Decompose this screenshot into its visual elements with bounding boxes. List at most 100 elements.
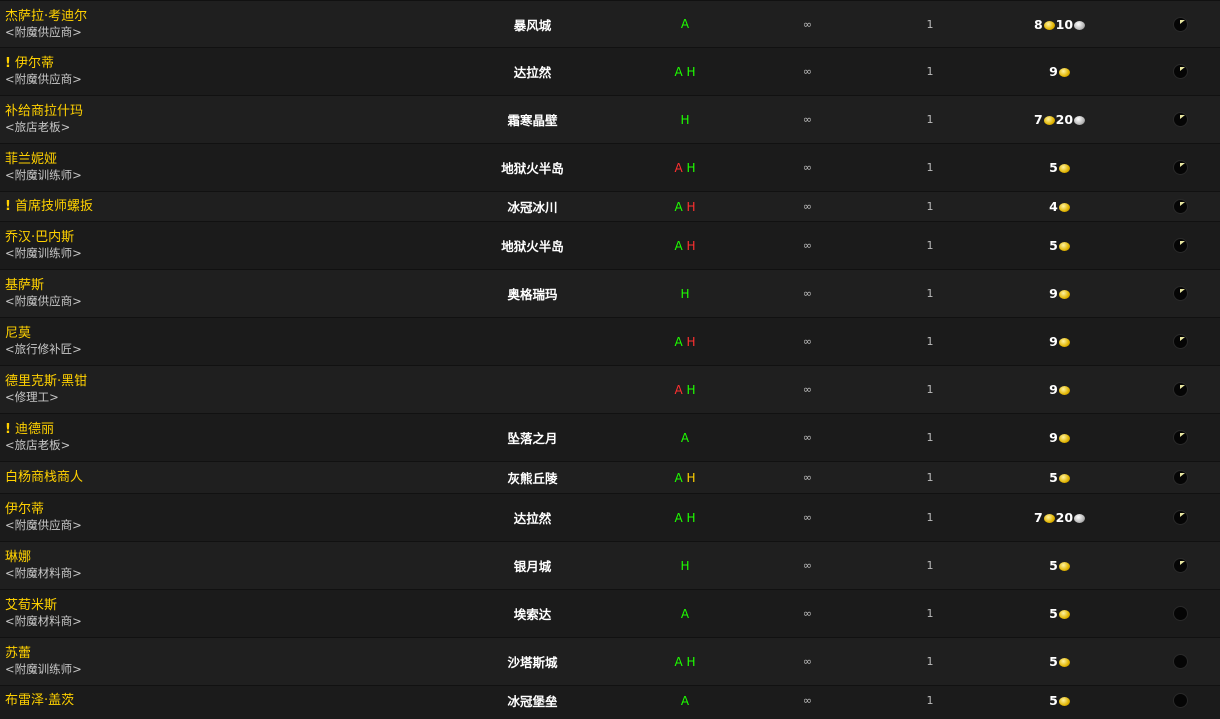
zone-link[interactable]: 地狱火半岛 bbox=[501, 161, 564, 176]
npc-name[interactable]: 白杨商栈商人 bbox=[5, 470, 83, 485]
map-flag-icon[interactable] bbox=[1172, 558, 1188, 573]
map-cell[interactable] bbox=[1140, 0, 1220, 48]
npc-name-link[interactable]: 琳娜 bbox=[5, 550, 430, 566]
npc-name[interactable]: 琳娜 bbox=[5, 550, 31, 565]
map-dot-icon[interactable] bbox=[1172, 606, 1188, 621]
zone-cell[interactable]: 地狱火半岛 bbox=[430, 221, 635, 270]
zone-link[interactable]: 坠落之月 bbox=[507, 431, 557, 446]
npc-name[interactable]: 补给商拉什玛 bbox=[5, 104, 83, 119]
npc-name[interactable]: 德里克斯·黑钳 bbox=[5, 374, 87, 389]
zone-link[interactable]: 灰熊丘陵 bbox=[507, 471, 557, 486]
table-row[interactable]: 基萨斯 <附魔供应商> 奥格瑞玛 H ∞ 1 9 bbox=[0, 269, 1220, 318]
map-flag-icon[interactable] bbox=[1172, 238, 1188, 253]
npc-name-link[interactable]: 白杨商栈商人 bbox=[5, 470, 430, 486]
map-cell[interactable] bbox=[1140, 541, 1220, 590]
npc-name[interactable]: 苏蕾 bbox=[5, 646, 31, 661]
zone-cell[interactable]: 银月城 bbox=[430, 541, 635, 590]
zone-cell[interactable]: 达拉然 bbox=[430, 47, 635, 96]
zone-link[interactable]: 冰冠堡垒 bbox=[507, 694, 557, 709]
map-flag-icon[interactable] bbox=[1172, 430, 1188, 445]
map-flag-icon[interactable] bbox=[1172, 160, 1188, 175]
map-flag-icon[interactable] bbox=[1172, 199, 1188, 214]
map-cell[interactable] bbox=[1140, 143, 1220, 192]
npc-name-link[interactable]: 尼莫 bbox=[5, 326, 430, 342]
zone-cell[interactable]: 坠落之月 bbox=[430, 413, 635, 462]
zone-cell[interactable]: 埃索达 bbox=[430, 589, 635, 638]
npc-name-link[interactable]: 菲兰妮娅 bbox=[5, 152, 430, 168]
map-dot-icon[interactable] bbox=[1172, 693, 1188, 709]
table-row[interactable]: 艾荀米斯 <附魔材料商> 埃索达 A ∞ 1 5 bbox=[0, 589, 1220, 638]
npc-name[interactable]: 布雷泽·盖茨 bbox=[5, 693, 74, 708]
table-row[interactable]: 伊尔蒂 <附魔供应商> 达拉然 A H ∞ 1 7 20 bbox=[0, 493, 1220, 542]
table-row[interactable]: 尼莫 <旅行修补匠> A H ∞ 1 9 bbox=[0, 317, 1220, 366]
npc-name[interactable]: 首席技师螺扳 bbox=[15, 199, 93, 214]
map-cell[interactable] bbox=[1140, 269, 1220, 318]
zone-cell[interactable]: 灰熊丘陵 bbox=[430, 461, 635, 494]
npc-name-link[interactable]: 德里克斯·黑钳 bbox=[5, 374, 430, 390]
npc-name-link[interactable]: ! 伊尔蒂 bbox=[5, 56, 430, 72]
zone-link[interactable]: 沙塔斯城 bbox=[507, 655, 557, 670]
table-row[interactable]: 杰萨拉·考迪尔 <附魔供应商> 暴风城 A ∞ 1 8 10 bbox=[0, 0, 1220, 48]
npc-name[interactable]: 菲兰妮娅 bbox=[5, 152, 57, 167]
map-cell[interactable] bbox=[1140, 493, 1220, 542]
zone-cell[interactable] bbox=[430, 365, 635, 414]
npc-name-link[interactable]: ! 迪德丽 bbox=[5, 422, 430, 438]
npc-name-link[interactable]: 基萨斯 bbox=[5, 278, 430, 294]
npc-name[interactable]: 艾荀米斯 bbox=[5, 598, 57, 613]
table-row[interactable]: ! 迪德丽 <旅店老板> 坠落之月 A ∞ 1 9 bbox=[0, 413, 1220, 462]
table-row[interactable]: 德里克斯·黑钳 <修理工> A H ∞ 1 9 bbox=[0, 365, 1220, 414]
npc-name[interactable]: 伊尔蒂 bbox=[5, 502, 44, 517]
npc-name[interactable]: 乔汉·巴内斯 bbox=[5, 230, 74, 245]
zone-link[interactable]: 达拉然 bbox=[514, 65, 552, 80]
table-row[interactable]: 苏蕾 <附魔训练师> 沙塔斯城 A H ∞ 1 5 bbox=[0, 637, 1220, 686]
table-row[interactable]: 菲兰妮娅 <附魔训练师> 地狱火半岛 A H ∞ 1 5 bbox=[0, 143, 1220, 192]
map-cell[interactable] bbox=[1140, 413, 1220, 462]
map-cell[interactable] bbox=[1140, 317, 1220, 366]
map-cell[interactable] bbox=[1140, 95, 1220, 144]
zone-link[interactable]: 埃索达 bbox=[514, 607, 552, 622]
zone-link[interactable]: 暴风城 bbox=[514, 18, 552, 33]
zone-cell[interactable] bbox=[430, 317, 635, 366]
map-flag-icon[interactable] bbox=[1172, 470, 1188, 485]
map-flag-icon[interactable] bbox=[1172, 64, 1188, 79]
table-row[interactable]: 白杨商栈商人 灰熊丘陵 A H ∞ 1 5 bbox=[0, 461, 1220, 494]
zone-cell[interactable]: 奥格瑞玛 bbox=[430, 269, 635, 318]
map-cell[interactable] bbox=[1140, 365, 1220, 414]
npc-name[interactable]: 杰萨拉·考迪尔 bbox=[5, 9, 87, 24]
table-row[interactable]: 补给商拉什玛 <旅店老板> 霜寒晶壁 H ∞ 1 7 20 bbox=[0, 95, 1220, 144]
map-cell[interactable] bbox=[1140, 221, 1220, 270]
map-cell[interactable] bbox=[1140, 685, 1220, 716]
zone-cell[interactable]: 冰冠冰川 bbox=[430, 191, 635, 222]
table-row[interactable]: ! 伊尔蒂 <附魔供应商> 达拉然 A H ∞ 1 9 bbox=[0, 47, 1220, 96]
zone-link[interactable]: 奥格瑞玛 bbox=[507, 287, 557, 302]
table-row[interactable]: ! 首席技师螺扳 冰冠冰川 A H ∞ 1 4 bbox=[0, 191, 1220, 222]
map-dot-icon[interactable] bbox=[1172, 654, 1188, 669]
map-flag-icon[interactable] bbox=[1172, 382, 1188, 397]
npc-name[interactable]: 尼莫 bbox=[5, 326, 31, 341]
table-row[interactable]: 乔汉·巴内斯 <附魔训练师> 地狱火半岛 A H ∞ 1 5 bbox=[0, 221, 1220, 270]
map-flag-icon[interactable] bbox=[1172, 112, 1188, 127]
npc-name[interactable]: 迪德丽 bbox=[15, 422, 54, 437]
map-cell[interactable] bbox=[1140, 191, 1220, 222]
map-flag-icon[interactable] bbox=[1172, 286, 1188, 301]
npc-name-link[interactable]: 苏蕾 bbox=[5, 646, 430, 662]
map-cell[interactable] bbox=[1140, 589, 1220, 638]
zone-cell[interactable]: 暴风城 bbox=[430, 0, 635, 48]
table-row[interactable]: 布雷泽·盖茨 冰冠堡垒 A ∞ 1 5 bbox=[0, 685, 1220, 716]
npc-name[interactable]: 基萨斯 bbox=[5, 278, 44, 293]
npc-name-link[interactable]: 杰萨拉·考迪尔 bbox=[5, 9, 430, 25]
npc-name[interactable]: 伊尔蒂 bbox=[15, 56, 54, 71]
map-flag-icon[interactable] bbox=[1172, 16, 1188, 32]
npc-name-link[interactable]: 艾荀米斯 bbox=[5, 598, 430, 614]
zone-cell[interactable]: 地狱火半岛 bbox=[430, 143, 635, 192]
zone-cell[interactable]: 沙塔斯城 bbox=[430, 637, 635, 686]
map-flag-icon[interactable] bbox=[1172, 334, 1188, 349]
map-cell[interactable] bbox=[1140, 47, 1220, 96]
map-flag-icon[interactable] bbox=[1172, 510, 1188, 525]
zone-link[interactable]: 达拉然 bbox=[514, 511, 552, 526]
npc-name-link[interactable]: 乔汉·巴内斯 bbox=[5, 230, 430, 246]
npc-name-link[interactable]: 补给商拉什玛 bbox=[5, 104, 430, 120]
zone-link[interactable]: 冰冠冰川 bbox=[507, 200, 557, 215]
zone-link[interactable]: 银月城 bbox=[514, 559, 552, 574]
npc-name-link[interactable]: ! 首席技师螺扳 bbox=[5, 199, 430, 215]
